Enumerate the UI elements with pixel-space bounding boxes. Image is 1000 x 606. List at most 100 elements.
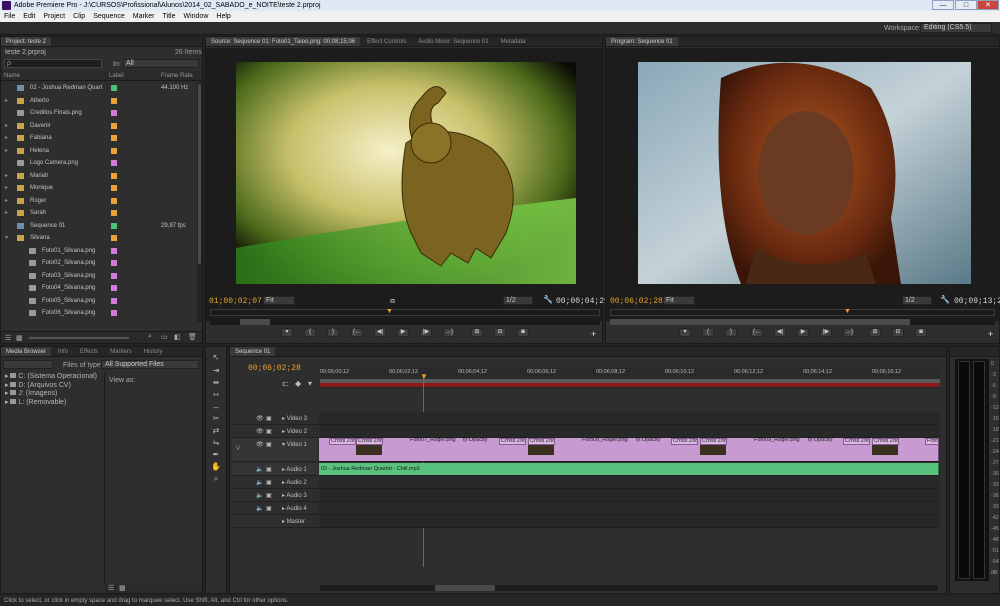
program-step-back-button[interactable]: ◀| (774, 328, 786, 337)
timeline-timecode[interactable]: 00;06;02;28 (248, 364, 301, 373)
new-bin-icon[interactable]: ▭ (161, 333, 168, 341)
close-window-button[interactable]: ✕ (977, 0, 999, 10)
timeline-ruler[interactable]: 00;06;00;12 00;06;02;12 00;06;04;12 00;06;0… (320, 367, 940, 389)
video-clip[interactable]: Foto07_Roger.png (409, 438, 461, 445)
track-label[interactable]: ▸ Audio 1 (282, 466, 307, 473)
program-go-to-out-button[interactable]: →} (843, 328, 855, 337)
track-area[interactable] (319, 502, 940, 515)
transition-cross-zoom[interactable]: Cross Zoom (700, 438, 727, 445)
in-select[interactable]: All (123, 59, 199, 68)
project-item[interactable]: ▸ Mariah (1, 170, 197, 183)
snap-icon[interactable]: ⊏ (282, 379, 289, 388)
expand-arrow-icon[interactable]: ▸ (5, 207, 8, 220)
source-fit-select[interactable]: Fit (263, 296, 295, 305)
menu-marker[interactable]: Marker (129, 11, 159, 22)
project-item[interactable]: 02 - Joshua Redman Quart 44.100 Hz (1, 82, 197, 95)
list-view-icon[interactable]: ☰ (5, 334, 11, 342)
program-mark-in-button[interactable]: { (702, 328, 714, 337)
video-clip[interactable]: Foto08_Roger.png (581, 438, 633, 445)
tab-effects[interactable]: Effects (75, 347, 103, 356)
source-mark-icon[interactable]: ⧈ (390, 296, 395, 306)
tab-effect-controls[interactable]: Effect Controls (362, 37, 411, 46)
transition-cross-zoom[interactable]: Cross Zoo (671, 438, 698, 445)
program-step-forward-button[interactable]: |▶ (820, 328, 832, 337)
minimize-button[interactable]: — (932, 0, 954, 10)
source-step-forward-button[interactable]: |▶ (420, 328, 432, 337)
track-select-tool-icon[interactable]: ⇥ (211, 366, 221, 376)
expand-arrow-icon[interactable]: ▸ (5, 145, 8, 158)
source-mark-out-brace-button[interactable]: } (327, 328, 339, 337)
project-item[interactable]: ▸ Sarah (1, 207, 197, 220)
source-go-to-in-button[interactable]: {← (351, 328, 363, 337)
marker-icon[interactable]: ◆ (295, 379, 301, 388)
label-swatch[interactable] (111, 247, 117, 254)
rate-stretch-tool-icon[interactable]: ↔ (211, 402, 221, 412)
project-scrollbar[interactable] (197, 82, 202, 322)
program-extract-button[interactable]: ⊟ (892, 328, 904, 337)
expand-arrow-icon[interactable]: ▸ (5, 95, 8, 108)
drive-item[interactable]: ▸ L: (Removable) (5, 398, 97, 408)
menu-edit[interactable]: Edit (19, 11, 39, 22)
column-frame-rate[interactable]: Frame Rate (161, 73, 193, 79)
video1-track-area[interactable]: Cross ZooCross ZoomFoto07_Roger.pngty:Op… (319, 438, 940, 462)
menu-sequence[interactable]: Sequence (89, 11, 129, 22)
project-item[interactable]: Foto03_Silvana.png (1, 270, 197, 283)
tab-source[interactable]: Source: Sequence 01: Foto01_Taioo.png: 0… (206, 37, 361, 46)
project-item[interactable]: Foto02_Silvana.png (1, 257, 197, 270)
project-item[interactable]: ▾ Silvana (1, 232, 197, 245)
track-label[interactable]: ▸ Video 2 (282, 428, 307, 435)
project-item[interactable]: ▸ Fabiana (1, 132, 197, 145)
eye-icon[interactable]: 👁 (256, 415, 264, 422)
column-label[interactable]: Label (109, 73, 124, 79)
find-icon[interactable]: ⌕ (148, 333, 152, 341)
project-item[interactable]: ▸ Davenir (1, 120, 197, 133)
track-label[interactable]: ▸ Audio 2 (282, 479, 307, 486)
program-go-to-in-button[interactable]: {← (751, 328, 763, 337)
label-swatch[interactable] (111, 222, 117, 229)
program-add-marker-button[interactable]: ▾ (679, 328, 691, 337)
slip-tool-icon[interactable]: ⇄ (211, 426, 221, 436)
transition-cross-zoom[interactable]: Foto (925, 438, 939, 445)
label-swatch[interactable] (111, 110, 117, 116)
program-lift-button[interactable]: ⊞ (869, 328, 881, 337)
opacity-keyframe-label[interactable]: ty:Opacity (807, 438, 839, 445)
source-mark-in-brace-button[interactable]: { (304, 328, 316, 337)
files-of-type-select[interactable]: All Supported Files (101, 360, 199, 369)
lock-icon[interactable]: ▣ (266, 466, 272, 473)
lock-icon[interactable]: ▣ (266, 441, 272, 448)
maximize-button[interactable]: □ (955, 0, 977, 10)
program-timecode[interactable]: 00;06;02;28 (610, 297, 663, 306)
lock-icon[interactable]: ▣ (266, 505, 272, 512)
drive-item[interactable]: ▸ J: (Imagens) (5, 390, 97, 399)
project-item[interactable]: Foto06_Silvana.png (1, 307, 197, 320)
ripple-edit-tool-icon[interactable]: ⇹ (211, 378, 221, 388)
source-timecode[interactable]: 01;00;02;07 (209, 297, 262, 306)
column-name[interactable]: Name (4, 73, 20, 79)
program-fit-select[interactable]: Fit (663, 296, 695, 305)
label-swatch[interactable] (111, 97, 117, 104)
zoom-tool-icon[interactable]: ⌕ (211, 474, 221, 484)
source-insert-button[interactable]: ⊞ (471, 328, 483, 337)
project-item[interactable]: ▸ Roger (1, 195, 197, 208)
project-item[interactable]: Foto04_Silvana.png (1, 282, 197, 295)
label-swatch[interactable] (111, 172, 117, 179)
speaker-icon[interactable]: 🔈 (256, 492, 263, 499)
speaker-icon[interactable]: 🔈 (256, 479, 263, 486)
transition-cross-zoom[interactable]: Cross Zoom (872, 438, 899, 445)
media-browser-nav[interactable] (3, 360, 53, 369)
label-swatch[interactable] (111, 122, 117, 129)
lock-icon[interactable]: ▣ (266, 428, 272, 435)
source-playhead-icon[interactable]: ▼ (386, 308, 393, 315)
selection-tool-icon[interactable]: ↖ (211, 353, 221, 363)
timeline-scrollbar[interactable] (320, 585, 938, 591)
eye-icon[interactable]: 👁 (256, 441, 264, 448)
label-swatch[interactable] (111, 197, 117, 204)
tab-project[interactable]: Project: teste 2 (1, 37, 52, 46)
tab-media-browser[interactable]: Media Browser (1, 347, 52, 356)
label-swatch[interactable] (111, 272, 117, 279)
source-resolution-select[interactable]: 1/2 (503, 296, 533, 305)
work-area-bar[interactable] (320, 383, 940, 387)
tab-info[interactable]: Info (53, 347, 73, 356)
program-time-ruler[interactable]: ▼ (610, 308, 995, 316)
track-label[interactable]: ▸ Video 3 (282, 415, 307, 422)
